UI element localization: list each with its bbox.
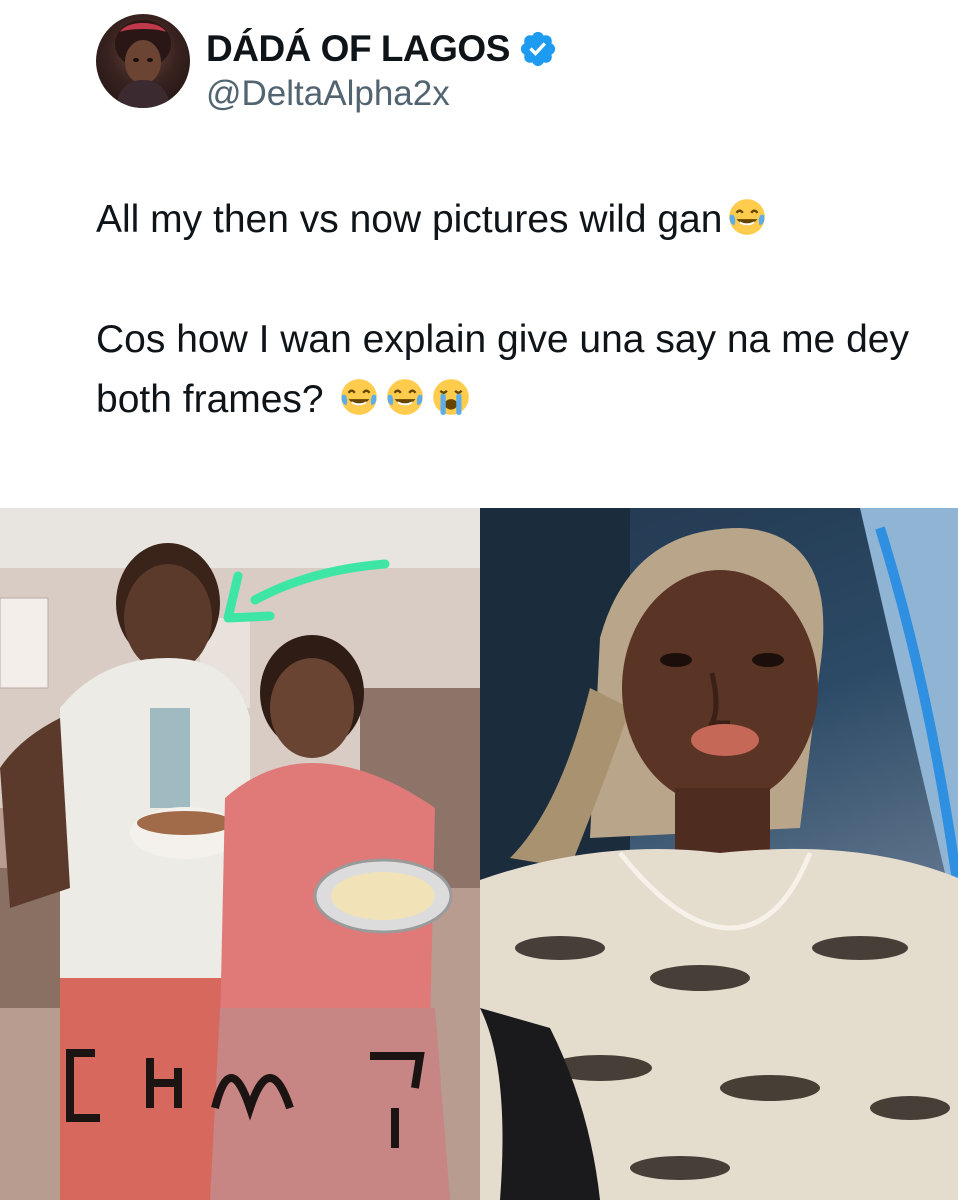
verified-badge-icon: [518, 29, 558, 69]
tweet-text: All my then vs now pictures wild gan Cos…: [96, 190, 916, 430]
face-with-tears-of-joy-icon: [341, 379, 378, 415]
then-photo-scene: [0, 508, 480, 1200]
then-photo[interactable]: [0, 508, 480, 1200]
tweet-paragraph-1: All my then vs now pictures wild gan: [96, 190, 916, 250]
user-handle[interactable]: @DeltaAlpha2x: [206, 74, 450, 114]
tweet-media[interactable]: [0, 508, 958, 1200]
now-photo[interactable]: [480, 508, 958, 1200]
avatar-portrait: [115, 20, 171, 108]
face-with-tears-of-joy-icon: [387, 379, 424, 415]
tweet-paragraph-2-text: Cos how I wan explain give una say na me…: [96, 318, 909, 421]
display-name[interactable]: DÁDÁ OF LAGOS: [206, 28, 510, 70]
tweet-paragraph-2: Cos how I wan explain give una say na me…: [96, 310, 916, 430]
avatar[interactable]: [96, 14, 190, 108]
face-with-tears-of-joy-icon: [729, 199, 766, 235]
loudly-crying-face-icon: [433, 379, 470, 415]
tweet-paragraph-1-text: All my then vs now pictures wild gan: [96, 198, 723, 241]
now-photo-scene: [480, 508, 958, 1200]
name-row: DÁDÁ OF LAGOS: [206, 24, 558, 74]
tweet-header: DÁDÁ OF LAGOS @DeltaAlpha2x: [96, 14, 916, 114]
